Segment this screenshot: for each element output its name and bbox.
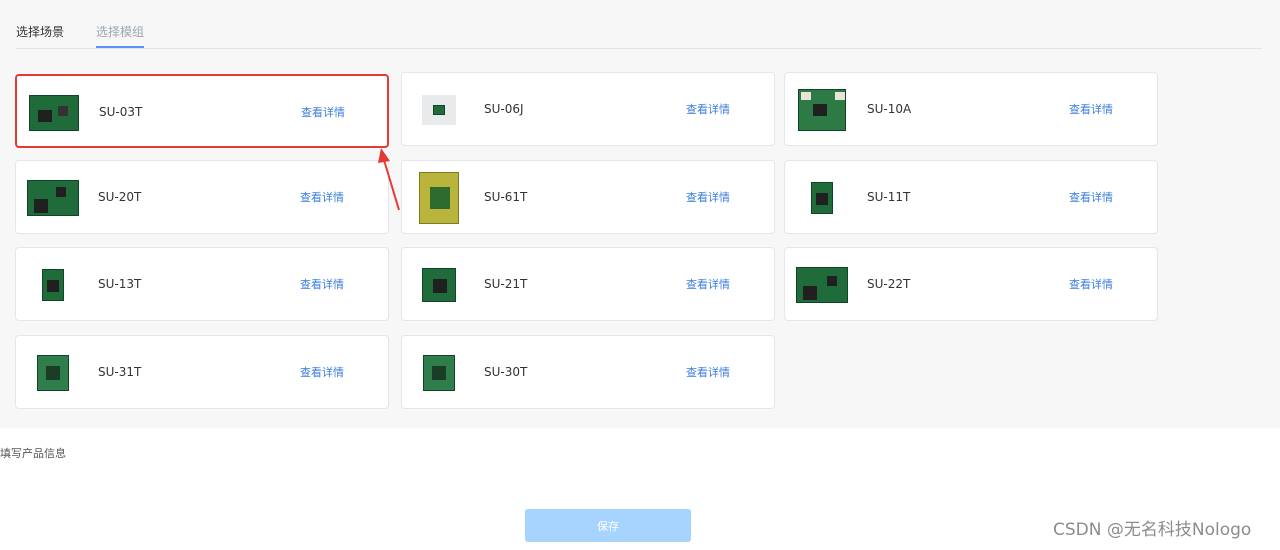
module-thumbnail — [412, 346, 466, 400]
view-details-link[interactable]: 查看详情 — [300, 191, 344, 205]
view-details-link[interactable]: 查看详情 — [1069, 103, 1113, 117]
module-card-su-06j[interactable]: SU-06J 查看详情 — [401, 72, 775, 146]
module-card-su-13t[interactable]: SU-13T 查看详情 — [15, 247, 389, 321]
module-name: SU-13T — [98, 277, 142, 291]
module-thumbnail — [27, 86, 81, 140]
module-name: SU-61T — [484, 190, 528, 204]
view-details-link[interactable]: 查看详情 — [300, 278, 344, 292]
module-card-su-11t[interactable]: SU-11T 查看详情 — [784, 160, 1158, 234]
tab-select-module[interactable]: 选择模组 — [96, 24, 145, 48]
fill-product-info-label: 填写产品信息 — [0, 447, 66, 460]
module-card-su-61t[interactable]: SU-61T 查看详情 — [401, 160, 775, 234]
module-thumbnail — [26, 171, 80, 225]
view-details-link[interactable]: 查看详情 — [300, 366, 344, 380]
save-button[interactable]: 保存 — [525, 509, 691, 542]
module-name: SU-30T — [484, 365, 528, 379]
view-details-link[interactable]: 查看详情 — [686, 366, 730, 380]
module-thumbnail — [26, 258, 80, 312]
module-name: SU-11T — [867, 190, 911, 204]
module-card-su-30t[interactable]: SU-30T 查看详情 — [401, 335, 775, 409]
module-card-su-22t[interactable]: SU-22T 查看详情 — [784, 247, 1158, 321]
module-card-su-20t[interactable]: SU-20T 查看详情 — [15, 160, 389, 234]
module-thumbnail — [412, 258, 466, 312]
module-thumbnail — [795, 171, 849, 225]
module-name: SU-06J — [484, 102, 524, 116]
module-name: SU-21T — [484, 277, 528, 291]
module-card-su-31t[interactable]: SU-31T 查看详情 — [15, 335, 389, 409]
view-details-link[interactable]: 查看详情 — [301, 106, 345, 120]
module-name: SU-03T — [99, 105, 143, 119]
tab-bar: 选择场景 选择模组 — [16, 0, 1262, 49]
watermark-text: CSDN @无名科技Nologo — [1053, 520, 1252, 540]
module-name: SU-22T — [867, 277, 911, 291]
tab-select-scene[interactable]: 选择场景 — [16, 24, 64, 40]
module-name: SU-31T — [98, 365, 142, 379]
module-name: SU-20T — [98, 190, 142, 204]
module-selection-panel: 选择场景 选择模组 SU-03T 查看详情 SU-06J 查看详情 SU-10A… — [0, 0, 1280, 428]
view-details-link[interactable]: 查看详情 — [1069, 278, 1113, 292]
module-thumbnail — [795, 83, 849, 137]
module-thumbnail — [412, 171, 466, 225]
module-card-su-03t[interactable]: SU-03T 查看详情 — [15, 74, 389, 148]
view-details-link[interactable]: 查看详情 — [686, 191, 730, 205]
module-thumbnail — [412, 83, 466, 137]
module-thumbnail — [795, 258, 849, 312]
view-details-link[interactable]: 查看详情 — [686, 103, 730, 117]
module-card-su-21t[interactable]: SU-21T 查看详情 — [401, 247, 775, 321]
module-thumbnail — [26, 346, 80, 400]
module-name: SU-10A — [867, 102, 912, 116]
view-details-link[interactable]: 查看详情 — [686, 278, 730, 292]
view-details-link[interactable]: 查看详情 — [1069, 191, 1113, 205]
module-card-su-10a[interactable]: SU-10A 查看详情 — [784, 72, 1158, 146]
